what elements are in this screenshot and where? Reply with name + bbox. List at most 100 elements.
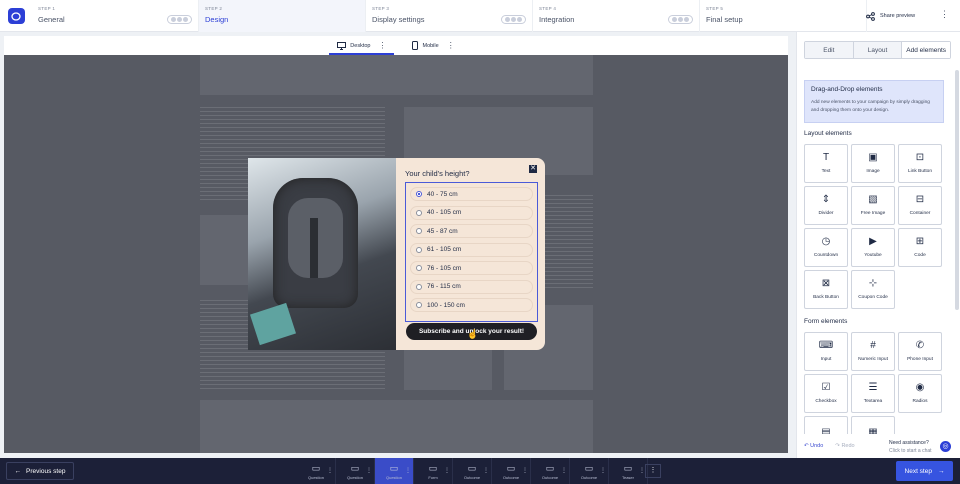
element-tile-coupon-code[interactable]: ⊹ Coupon Code bbox=[851, 270, 895, 309]
element-tile-image[interactable]: ▣ Image bbox=[851, 144, 895, 183]
free-image-icon: ▧ bbox=[868, 194, 878, 205]
tab-add-elements[interactable]: Add elements bbox=[902, 42, 951, 58]
mobile-options-icon[interactable]: ⋮ bbox=[447, 41, 455, 50]
radio-options-group[interactable]: 40 - 75 cm 40 - 105 cm 45 - 87 cm 61 - 105 … bbox=[405, 182, 538, 322]
radio-button-icon[interactable] bbox=[416, 228, 422, 234]
element-tile-phone-input[interactable]: ✆ Phone Input bbox=[898, 332, 942, 371]
book-shape bbox=[249, 302, 297, 346]
step-1[interactable]: STEP 1 General bbox=[32, 0, 199, 32]
element-tile-container[interactable]: ⊟ Container bbox=[898, 186, 942, 225]
device-desktop-tab[interactable]: Desktop ⋮ bbox=[329, 36, 395, 55]
radio-option-label: 40 - 105 cm bbox=[427, 209, 462, 216]
page-options-icon[interactable]: ⋮ bbox=[366, 467, 372, 474]
radio-option[interactable]: 100 - 150 cm bbox=[410, 298, 533, 312]
element-tile-back-button[interactable]: ⊠ Back Button bbox=[804, 270, 848, 309]
page-options-icon[interactable]: ⋮ bbox=[522, 467, 528, 474]
element-tile-divider[interactable]: ⇕ Divider bbox=[804, 186, 848, 225]
element-tile-radios[interactable]: ◉ Radios bbox=[898, 374, 942, 413]
page-thumbnail-icon: ▭ bbox=[506, 462, 516, 473]
page-options-icon[interactable]: ⋮ bbox=[327, 467, 333, 474]
chat-icon[interactable]: ◎ bbox=[940, 441, 951, 452]
sidebar-scrollbar[interactable] bbox=[955, 70, 959, 310]
element-tile-free-image[interactable]: ▧ Free Image bbox=[851, 186, 895, 225]
help-subtitle: Click to start a chat bbox=[889, 448, 932, 454]
share-preview-button[interactable]: Share preview bbox=[866, 0, 915, 32]
step-number: STEP 5 bbox=[706, 6, 724, 11]
radio-option[interactable]: 76 - 115 cm bbox=[410, 279, 533, 294]
radio-option-label: 100 - 150 cm bbox=[427, 301, 465, 309]
form-elements-grid: ⌨ Input # Numeric Input ✆ Phone Input ☑ Checkbo… bbox=[804, 332, 942, 434]
page-thumb-form[interactable]: ▭ Form ⋮ bbox=[414, 458, 453, 484]
page-options-icon[interactable]: ⋮ bbox=[444, 467, 450, 474]
step-2[interactable]: STEP 2 Design bbox=[199, 0, 366, 32]
element-tile-youtube[interactable]: ▶ Youtube bbox=[851, 228, 895, 267]
page-thumb-question[interactable]: ▭ Question ⋮ bbox=[375, 458, 414, 484]
info-text: Add new elements to your campaign by sim… bbox=[811, 100, 930, 113]
redo-button[interactable]: ↷ Redo bbox=[835, 443, 854, 449]
tab-layout[interactable]: Layout bbox=[853, 42, 903, 58]
next-step-button[interactable]: Next step → bbox=[896, 461, 953, 481]
step-4[interactable]: STEP 4 Integration bbox=[533, 0, 700, 32]
element-tile-countdown[interactable]: ◷ Countdown bbox=[804, 228, 848, 267]
element-tile-date[interactable]: ▦ bbox=[851, 416, 895, 434]
step-5[interactable]: STEP 5 Final setup bbox=[700, 0, 867, 32]
design-canvas[interactable]: Your child's height? ✕ 40 - 75 cm 40 - 10… bbox=[4, 55, 788, 453]
popup-preview[interactable]: Your child's height? ✕ 40 - 75 cm 40 - 10… bbox=[248, 158, 545, 350]
radio-option[interactable]: 76 - 105 cm bbox=[410, 261, 533, 275]
popup-question[interactable]: Your child's height? bbox=[405, 169, 470, 178]
radio-option[interactable]: 45 - 87 cm bbox=[410, 224, 533, 238]
desktop-options-icon[interactable]: ⋮ bbox=[378, 41, 386, 50]
radio-button-icon[interactable] bbox=[416, 283, 422, 290]
tab-edit[interactable]: Edit bbox=[805, 42, 854, 58]
radio-button-icon[interactable] bbox=[416, 265, 422, 271]
element-tile-label: Radios bbox=[912, 399, 928, 404]
element-tile-numeric-input[interactable]: # Numeric Input bbox=[851, 332, 895, 371]
element-tile-checkbox[interactable]: ☑ Checkbox bbox=[804, 374, 848, 413]
step-3[interactable]: STEP 3 Display settings bbox=[366, 0, 533, 32]
page-strip-more-icon[interactable]: ⋮ bbox=[645, 464, 661, 478]
page-thumb-teaser[interactable]: ▭ Teaser ⋮ bbox=[609, 458, 648, 484]
page-thumb-question[interactable]: ▭ Question ⋮ bbox=[336, 458, 375, 484]
page-thumbnail-icon: ▭ bbox=[389, 462, 399, 473]
car-seat-image[interactable] bbox=[248, 158, 396, 350]
app-logo[interactable] bbox=[0, 0, 32, 32]
close-icon[interactable]: ✕ bbox=[529, 165, 537, 173]
radio-button-icon[interactable] bbox=[416, 191, 422, 197]
element-tile-textarea[interactable]: ☰ Textarea bbox=[851, 374, 895, 413]
mobile-label: Mobile bbox=[422, 42, 439, 49]
page-thumb-outcome[interactable]: ▭ Outcome ⋮ bbox=[531, 458, 570, 484]
radio-option[interactable]: 40 - 75 cm bbox=[410, 187, 533, 201]
page-options-icon[interactable]: ⋮ bbox=[561, 467, 567, 474]
previous-step-label: Previous step bbox=[26, 467, 66, 475]
page-thumbnail-icon: ▭ bbox=[428, 462, 438, 473]
radio-option[interactable]: 40 - 105 cm bbox=[410, 205, 533, 220]
previous-step-button[interactable]: ← Previous step bbox=[6, 462, 74, 480]
page-thumbnail-icon: ▭ bbox=[350, 462, 360, 473]
page-thumb-outcome[interactable]: ▭ Outcome ⋮ bbox=[453, 458, 492, 484]
page-thumb-outcome[interactable]: ▭ Outcome ⋮ bbox=[570, 458, 609, 484]
radio-button-icon[interactable] bbox=[416, 302, 422, 308]
numeric-input-icon: # bbox=[870, 340, 876, 351]
page-options-icon[interactable]: ⋮ bbox=[483, 467, 489, 474]
page-thumb-outcome[interactable]: ▭ Outcome ⋮ bbox=[492, 458, 531, 484]
element-tile-label: Image bbox=[866, 169, 880, 174]
page-thumb-question[interactable]: ▭ Question ⋮ bbox=[297, 458, 336, 484]
radio-option[interactable]: 61 - 105 cm bbox=[410, 242, 533, 257]
element-tile-link-button[interactable]: ⊡ Link Button bbox=[898, 144, 942, 183]
radio-button-icon[interactable] bbox=[416, 209, 422, 216]
element-tile-dropdown[interactable]: ▤ bbox=[804, 416, 848, 434]
page-options-icon[interactable]: ⋮ bbox=[600, 467, 606, 474]
more-menu-icon[interactable]: ⋮ bbox=[940, 9, 949, 20]
element-tile-label: Phone Input bbox=[907, 357, 933, 362]
radio-button-icon[interactable] bbox=[416, 246, 422, 253]
page-thumbnail-icon: ▭ bbox=[545, 462, 555, 473]
element-tile-text[interactable]: T Text bbox=[804, 144, 848, 183]
element-tile-input[interactable]: ⌨ Input bbox=[804, 332, 848, 371]
element-tile-code[interactable]: ⊞ Code bbox=[898, 228, 942, 267]
page-options-icon[interactable]: ⋮ bbox=[405, 467, 411, 474]
help-chat-prompt[interactable]: Need assistance? Click to start a chat bbox=[889, 439, 932, 455]
device-mobile-tab[interactable]: Mobile ⋮ bbox=[404, 36, 462, 55]
undo-button[interactable]: ↶ Undo bbox=[804, 443, 823, 449]
element-tile-label: Link Button bbox=[907, 169, 932, 174]
desktop-label: Desktop bbox=[350, 42, 371, 49]
